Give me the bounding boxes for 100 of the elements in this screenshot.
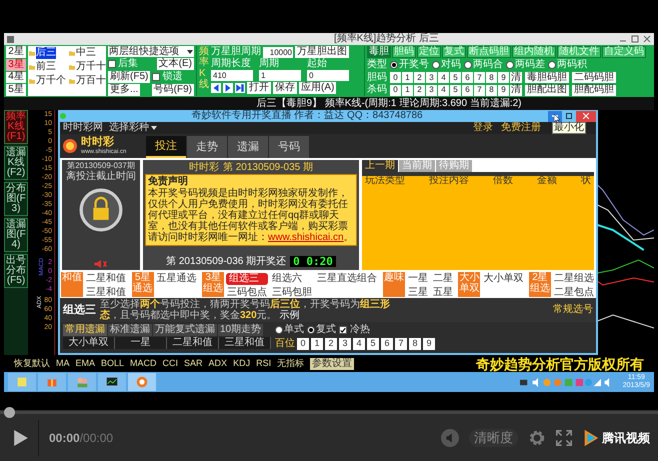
more-dropdown[interactable]: 更多... (108, 84, 140, 96)
tree-item[interactable]: 万千个 (36, 75, 66, 87)
digit-button[interactable]: 3 (426, 72, 437, 83)
indicator-option[interactable]: 无指标 (277, 359, 304, 368)
play-icon[interactable] (14, 430, 28, 446)
play-option[interactable]: 二星 (432, 273, 454, 285)
action-button[interactable]: 胆配码胆 (572, 84, 616, 96)
settings-icon[interactable] (528, 428, 546, 446)
star-count-button[interactable]: 4星 (6, 72, 26, 84)
file-button[interactable]: 应用(A) (299, 82, 336, 94)
indicator-option[interactable]: CCI (162, 359, 178, 368)
bet-mode-radio[interactable] (275, 326, 283, 334)
next-icon[interactable] (223, 83, 233, 93)
star-count-button[interactable]: 2星 (6, 46, 26, 58)
indicator-option[interactable]: KDJ (233, 359, 250, 368)
type-radio[interactable] (506, 60, 514, 69)
digit-button[interactable]: 5 (450, 84, 461, 96)
digit-button[interactable]: 1 (402, 84, 413, 96)
maximize-icon[interactable] (630, 35, 639, 43)
last-icon[interactable] (235, 83, 245, 93)
play-option[interactable]: 三码包点 (226, 287, 268, 299)
sub-tab[interactable]: 10期走势 (218, 324, 264, 336)
bet-mode-radio[interactable] (307, 326, 315, 334)
indicator-option[interactable]: MA (56, 359, 70, 368)
view-tab[interactable]: 遗漏K线(F2) (4, 146, 28, 180)
record-tab[interactable]: 上一期 (362, 160, 398, 172)
digit-button[interactable]: 0 (390, 84, 401, 96)
fullscreen-icon[interactable] (556, 430, 572, 446)
param-field[interactable]: 410 (211, 70, 253, 81)
chart-button[interactable]: 万星胆出图 (295, 46, 349, 58)
text-button[interactable]: 文本(E) (156, 58, 194, 70)
nav-tab[interactable]: 走势 (187, 136, 227, 158)
param-field[interactable]: 0 (307, 70, 349, 81)
digit-button[interactable]: 5 (450, 72, 461, 83)
sub-tab[interactable]: 万能复式遗漏 (153, 324, 217, 336)
after-set-checkbox[interactable] (108, 60, 116, 68)
nav-tab[interactable]: 号码 (269, 136, 309, 158)
nav-tab[interactable]: 投注 (146, 136, 186, 158)
digit-button[interactable]: 4 (438, 72, 449, 83)
digit-button[interactable]: 3 (426, 84, 437, 96)
tree-item[interactable]: 万千十 (76, 61, 106, 73)
tree-item[interactable]: 中三 (76, 47, 96, 59)
play-option[interactable]: 二星和值 (85, 273, 127, 285)
example-link[interactable]: 示例 (279, 310, 300, 321)
file-button[interactable]: 打开 (247, 82, 271, 94)
digit-button[interactable]: 9 (498, 72, 509, 83)
refresh-button[interactable]: 刷新(F5) (108, 71, 150, 83)
preset-dropdown[interactable]: 两层组快捷选项 (108, 46, 194, 57)
play-option[interactable]: 三星和值 (85, 287, 127, 299)
previous-icon[interactable] (211, 83, 221, 93)
tree-item[interactable]: 前三 (36, 61, 56, 73)
indicator-option[interactable]: RSI (256, 359, 272, 368)
type-radio[interactable] (390, 60, 398, 69)
action-button[interactable]: 二码码胆 (572, 72, 616, 83)
digit-button[interactable]: 8 (486, 84, 497, 96)
account-link[interactable]: 登录 (473, 123, 493, 133)
digit-button[interactable]: 6 (462, 72, 473, 83)
indicator-option[interactable]: EMA (76, 359, 96, 368)
close-icon[interactable] (642, 35, 651, 43)
view-tab[interactable]: 遗漏图(F4) (4, 218, 28, 252)
pick-mode-link[interactable]: 常规选号 (553, 305, 593, 315)
digit-button[interactable]: 4 (438, 84, 449, 96)
site-link[interactable]: www.shishicai.cn (268, 232, 344, 243)
play-option[interactable]: 组选三 (226, 273, 268, 285)
account-link[interactable]: 免费注册 (501, 123, 541, 133)
play-option[interactable]: 组选六 (271, 273, 314, 285)
digit-button[interactable]: 6 (462, 84, 473, 96)
nav-tab[interactable]: 遗漏 (228, 136, 268, 158)
view-tab[interactable]: 频率K线(F1) (4, 110, 28, 144)
indicator-option[interactable]: MACD (130, 359, 157, 368)
settings-button[interactable]: 参数设置 (310, 358, 354, 370)
sub-tab[interactable]: 标准遗漏 (108, 324, 152, 336)
type-radio[interactable] (432, 60, 440, 69)
play-option[interactable]: 二星组选 (552, 273, 595, 285)
tool-tab[interactable]: 毒胆 (367, 46, 391, 58)
digit-button[interactable]: 2 (414, 84, 425, 96)
tree-item[interactable]: 后三 (36, 47, 56, 59)
view-tab[interactable]: 分布图(F3) (4, 182, 28, 216)
quality-button[interactable]: 清晰度 (469, 428, 518, 446)
param-field[interactable]: 1 (259, 70, 301, 81)
number-button[interactable]: 号码(F9) (152, 84, 194, 96)
play-option[interactable]: 三码包胆 (271, 287, 314, 299)
file-button[interactable]: 保存 (273, 82, 297, 94)
close-button[interactable] (576, 110, 596, 122)
lock-checkbox[interactable] (152, 73, 160, 81)
type-radio[interactable] (464, 60, 472, 69)
play-option[interactable]: 五星 (432, 287, 454, 299)
digit-button[interactable]: 7 (474, 84, 485, 96)
digit-button[interactable]: 2 (414, 72, 425, 83)
play-option[interactable]: 一星 (406, 273, 429, 285)
play-option[interactable]: 三星直选组合 (316, 273, 378, 285)
tree-item[interactable]: 万百十 (76, 75, 106, 87)
digit-button[interactable]: 0 (390, 72, 401, 83)
play-option[interactable]: 五星通选 (156, 273, 198, 285)
star-count-button[interactable]: 5星 (6, 84, 26, 96)
digit-button[interactable]: 1 (402, 72, 413, 83)
progress-thumb[interactable] (4, 407, 15, 418)
play-option[interactable]: 二星包点 (552, 287, 595, 299)
play-option[interactable]: 大小单双 (482, 273, 524, 285)
sub-tab[interactable]: 常用遗漏 (63, 324, 107, 336)
